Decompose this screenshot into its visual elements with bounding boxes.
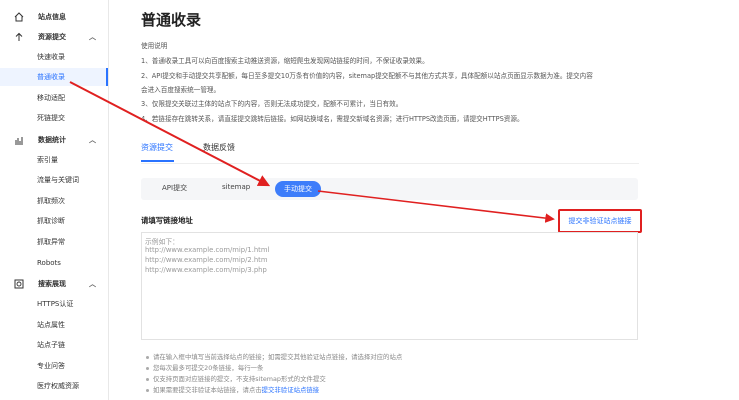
sidebar-item-label: 抓取频次 bbox=[37, 197, 65, 205]
tab-divider bbox=[141, 163, 639, 164]
upload-icon bbox=[15, 32, 23, 41]
sidebar-group-label: 站点信息 bbox=[38, 13, 66, 21]
bullet-icon bbox=[146, 377, 149, 381]
bullet-icon bbox=[146, 388, 149, 392]
tip-text: 如果需要提交非验证本站链接，请点击 bbox=[153, 386, 262, 394]
search-display-icon bbox=[14, 279, 24, 289]
sidebar-item-label: 站点属性 bbox=[37, 321, 65, 329]
sidebar-item-label: 医疗权威资源 bbox=[37, 382, 79, 390]
chart-icon bbox=[15, 137, 23, 145]
tab-data-feedback[interactable]: 数据反馈 bbox=[203, 142, 235, 153]
sidebar-item-dead-link[interactable]: 死链提交 bbox=[0, 109, 108, 127]
sidebar-item-label: 死链提交 bbox=[37, 114, 65, 122]
sidebar-group-label: 数据统计 bbox=[38, 136, 66, 144]
sidebar-item-label: 移动适配 bbox=[37, 94, 65, 102]
tip-item: 如果需要提交非验证本站链接，请点击提交非验证站点链接 bbox=[146, 385, 319, 394]
usage-line: 4、若链接存在跳转关系，请直接提交跳转后链接。如网站换域名，需提交新域名资源；进… bbox=[141, 115, 524, 123]
sidebar-item-crawl-frequency[interactable]: 抓取频次 bbox=[0, 192, 108, 210]
usage-header: 使用说明 bbox=[141, 42, 168, 50]
home-icon bbox=[14, 12, 24, 22]
usage-line: 会进入百度搜索统一管理。 bbox=[141, 86, 221, 94]
subtab-sitemap[interactable]: sitemap bbox=[222, 183, 250, 191]
sidebar-group-site-info[interactable]: 站点信息 bbox=[0, 8, 108, 26]
sidebar-item-index-volume[interactable]: 索引量 bbox=[0, 151, 108, 169]
sidebar-item-label: 快速收录 bbox=[37, 53, 65, 61]
sidebar-item-traffic-keywords[interactable]: 流量与关键词 bbox=[0, 171, 108, 189]
sidebar: 站点信息 资源提交 ︿ 快速收录 普通收录 移动适配 死链提交 数据统计 ︿ 索… bbox=[0, 0, 109, 400]
sidebar-group-data-stats[interactable]: 数据统计 ︿ bbox=[0, 131, 108, 149]
sidebar-item-mobile-adapt[interactable]: 移动适配 bbox=[0, 89, 108, 107]
subtab-manual[interactable]: 手动提交 bbox=[275, 181, 321, 197]
sidebar-group-search-display[interactable]: 搜索展现 ︿ bbox=[0, 275, 108, 293]
usage-line: 3、仅限提交关联过主体的站点下的内容，否则无法成功提交，配额不可累计，当日有效。 bbox=[141, 100, 403, 108]
sidebar-item-label: 站点子链 bbox=[37, 341, 65, 349]
sidebar-group-label: 搜索展现 bbox=[38, 280, 66, 288]
bullet-icon bbox=[146, 355, 149, 359]
chevron-up-icon: ︿ bbox=[89, 136, 96, 144]
sidebar-item-label: HTTPS认证 bbox=[37, 300, 74, 308]
sidebar-item-label: 流量与关键词 bbox=[37, 176, 79, 184]
bullet-icon bbox=[146, 366, 149, 370]
main-content: 普通收录 使用说明 1、普通收录工具可以向百度搜索主动推送资源，缩短爬虫发现网站… bbox=[109, 0, 739, 400]
sidebar-item-crawl-diagnose[interactable]: 抓取诊断 bbox=[0, 212, 108, 230]
subtab-api[interactable]: API提交 bbox=[162, 183, 187, 193]
textarea-placeholder-line: 示例如下： bbox=[145, 238, 179, 246]
sidebar-item-label: 抓取诊断 bbox=[37, 217, 65, 225]
submit-unverified-link-button[interactable]: 提交非验证站点链接 bbox=[558, 209, 642, 233]
sidebar-item-label: Robots bbox=[37, 259, 61, 267]
tip-submit-unverified-link[interactable]: 提交非验证站点链接 bbox=[262, 386, 320, 394]
sidebar-item-medical-resources[interactable]: 医疗权威资源 bbox=[0, 377, 108, 395]
sidebar-item-crawl-error[interactable]: 抓取异常 bbox=[0, 233, 108, 251]
tip-item: 仅支持页面对应链接的提交，不支持sitemap形式的文件提交 bbox=[146, 374, 326, 383]
chevron-up-icon: ︿ bbox=[89, 33, 96, 41]
links-textarea[interactable]: 示例如下： http://www.example.com/mip/1.html … bbox=[141, 232, 638, 340]
page-title: 普通收录 bbox=[141, 11, 202, 29]
textarea-placeholder-line: http://www.example.com/mip/2.htm bbox=[145, 256, 268, 264]
submit-method-bar: API提交 sitemap 手动提交 bbox=[141, 178, 638, 200]
link-address-label: 请填写链接地址 bbox=[141, 216, 193, 225]
textarea-placeholder-line: http://www.example.com/mip/1.html bbox=[145, 246, 270, 254]
tip-item: 您每次最多可提交20条链接，每行一条 bbox=[146, 363, 263, 372]
tip-item: 请在输入框中填写当前选择站点的链接；如需提交其他验证站点链接，请选择对应的站点 bbox=[146, 352, 402, 361]
usage-line: 1、普通收录工具可以向百度搜索主动推送资源，缩短爬虫发现网站链接的时间，不保证收… bbox=[141, 57, 429, 65]
textarea-placeholder-line: http://www.example.com/mip/3.php bbox=[145, 266, 267, 274]
sidebar-item-https-auth[interactable]: HTTPS认证 bbox=[0, 295, 108, 313]
tip-text: 请在输入框中填写当前选择站点的链接；如需提交其他验证站点链接，请选择对应的站点 bbox=[153, 353, 403, 361]
sidebar-item-site-attributes[interactable]: 站点属性 bbox=[0, 316, 108, 334]
tip-text: 您每次最多可提交20条链接，每行一条 bbox=[153, 364, 264, 372]
usage-line: 2、API提交和手动提交共享配额，每日至多提交10万条有价值的内容，sitema… bbox=[141, 72, 593, 80]
sidebar-item-label: 专业问答 bbox=[37, 362, 65, 370]
sidebar-item-site-sublinks[interactable]: 站点子链 bbox=[0, 336, 108, 354]
tab-bar: 资源提交 数据反馈 bbox=[141, 142, 641, 164]
sidebar-item-label: 抓取异常 bbox=[37, 238, 65, 246]
tip-text: 仅支持页面对应链接的提交，不支持sitemap形式的文件提交 bbox=[153, 375, 326, 383]
sidebar-item-label: 索引量 bbox=[37, 156, 58, 164]
sidebar-item-normal-index[interactable]: 普通收录 bbox=[0, 68, 108, 86]
sidebar-item-quick-index[interactable]: 快速收录 bbox=[0, 48, 108, 66]
sidebar-item-robots[interactable]: Robots bbox=[0, 254, 108, 272]
chevron-up-icon: ︿ bbox=[89, 280, 96, 288]
sidebar-group-label: 资源提交 bbox=[38, 33, 66, 41]
sidebar-item-label: 普通收录 bbox=[37, 73, 65, 81]
sidebar-group-resource-submit[interactable]: 资源提交 ︿ bbox=[0, 28, 108, 46]
tab-active-indicator bbox=[141, 160, 174, 162]
tab-resource-submit[interactable]: 资源提交 bbox=[141, 142, 173, 153]
sidebar-item-professional-qa[interactable]: 专业问答 bbox=[0, 357, 108, 375]
